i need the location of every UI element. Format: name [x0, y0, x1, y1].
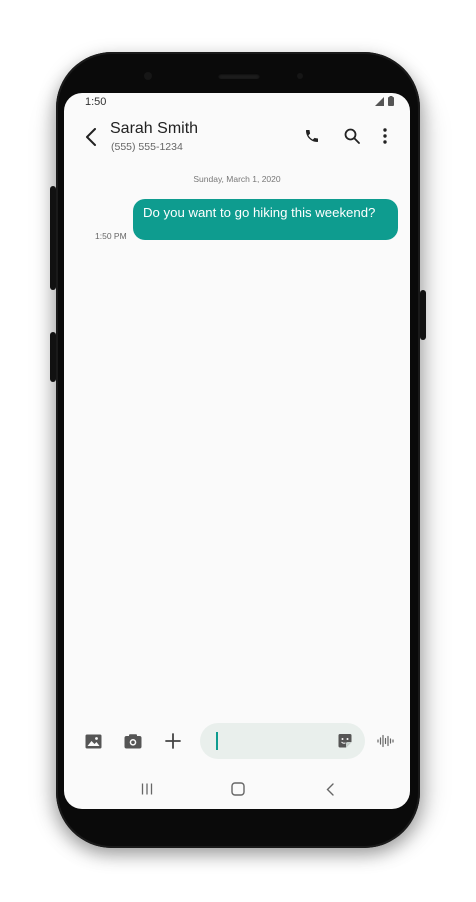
search-button[interactable] [341, 125, 363, 147]
battery-icon [388, 96, 394, 106]
camera-icon [124, 733, 142, 749]
camera-button[interactable] [122, 730, 144, 752]
back-nav-icon [326, 782, 334, 796]
bixby-button [50, 332, 56, 382]
add-attachment-button[interactable] [162, 730, 184, 752]
power-button [420, 290, 426, 340]
recents-button[interactable] [136, 778, 158, 800]
voice-record-button[interactable] [375, 730, 397, 752]
outgoing-message-bubble[interactable]: Do you want to go hiking this weekend? [133, 199, 398, 240]
signal-icon [375, 96, 384, 106]
front-camera [297, 73, 303, 79]
status-icons [375, 96, 394, 106]
voice-recorder-icon [377, 734, 395, 748]
gallery-icon [85, 734, 102, 749]
more-vert-icon [383, 128, 387, 144]
contact-phone: (555) 555-1234 [111, 141, 183, 153]
back-nav-button[interactable] [319, 778, 341, 800]
message-time: 1:50 PM [95, 231, 127, 241]
earpiece-speaker [218, 73, 260, 79]
contact-name[interactable]: Sarah Smith [110, 120, 198, 138]
status-time: 1:50 [85, 96, 107, 108]
home-icon [231, 782, 245, 796]
call-button[interactable] [301, 125, 323, 147]
search-icon [344, 128, 360, 144]
home-button[interactable] [227, 778, 249, 800]
add-icon [165, 733, 181, 749]
recents-icon [141, 783, 153, 795]
volume-button [50, 186, 56, 290]
sticker-button[interactable] [335, 731, 355, 751]
gallery-button[interactable] [82, 730, 104, 752]
back-arrow-icon [85, 128, 97, 146]
date-separator: Sunday, March 1, 2020 [193, 174, 281, 184]
phone-icon [304, 128, 320, 144]
more-options-button[interactable] [374, 125, 396, 147]
front-sensor [144, 72, 152, 80]
text-caret [216, 732, 218, 750]
back-button[interactable] [82, 126, 100, 148]
sticker-icon [337, 733, 353, 749]
message-input[interactable] [200, 723, 365, 759]
screen: 1:50 Sarah Smith (555) 555-1234 Sunday, … [64, 93, 410, 809]
